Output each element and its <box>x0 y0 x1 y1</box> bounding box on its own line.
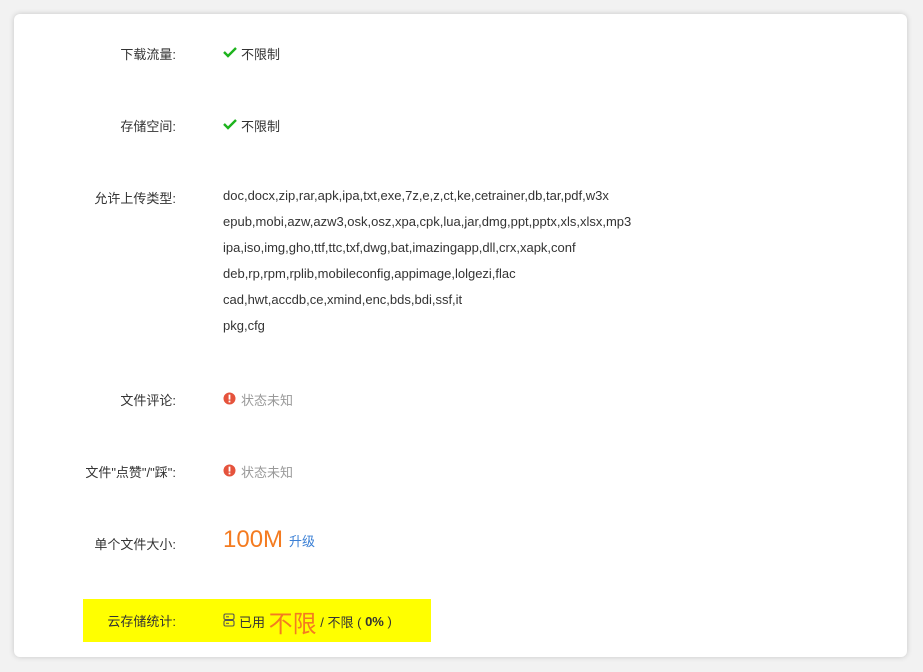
account-info-card: 下载流量: 不限制 存储空间: 不限制 允许上传类型: doc,docx,zip… <box>14 14 907 657</box>
storage-value: 不限制 <box>223 116 280 135</box>
stats-suffix: ) <box>387 614 392 629</box>
stats-percent: 0% <box>365 614 384 629</box>
like-status: 状态未知 <box>241 465 294 480</box>
types-line: pkg,cfg <box>223 318 265 333</box>
comment-status: 状态未知 <box>241 393 294 408</box>
stats-separator: / 不限 ( <box>320 615 362 630</box>
stats-used-value: 不限 <box>268 611 317 638</box>
download-value: 不限制 <box>223 44 280 63</box>
storage-icon <box>223 613 235 630</box>
warning-icon <box>223 392 236 408</box>
filesize-value: 100M 升级 <box>223 526 315 554</box>
comment-label: 文件评论: <box>120 393 176 408</box>
types-label: 允许上传类型: <box>94 191 176 206</box>
download-label: 下载流量: <box>120 47 176 62</box>
storage-label: 存储空间: <box>120 119 176 134</box>
storage-status: 不限制 <box>241 119 281 134</box>
check-icon <box>223 118 237 133</box>
types-line: cad,hwt,accdb,ce,xmind,enc,bds,bdi,ssf,i… <box>223 292 463 307</box>
types-list: doc,docx,zip,rar,apk,ipa,txt,exe,7z,e,z,… <box>223 183 631 339</box>
download-status: 不限制 <box>241 47 281 62</box>
warning-icon <box>223 464 236 480</box>
filesize-number: 100M <box>223 526 284 553</box>
types-line: epub,mobi,azw,azw3,osk,osz,xpa,cpk,lua,j… <box>223 214 632 229</box>
stats-used-prefix: 已用 <box>239 615 266 630</box>
like-value: 状态未知 <box>223 462 293 481</box>
like-label: 文件"点赞"/"踩": <box>85 465 176 480</box>
check-icon <box>223 46 237 61</box>
filesize-label: 单个文件大小: <box>94 537 176 552</box>
comment-value: 状态未知 <box>223 390 293 409</box>
types-line: ipa,iso,img,gho,ttf,ttc,txf,dwg,bat,imaz… <box>223 240 576 255</box>
stats-label: 云存储统计: <box>107 614 176 629</box>
types-line: deb,rp,rpm,rplib,mobileconfig,appimage,l… <box>223 266 516 281</box>
stats-value: 已用 不限 / 不限 ( 0% ) <box>223 604 392 639</box>
types-line: doc,docx,zip,rar,apk,ipa,txt,exe,7z,e,z,… <box>223 188 609 203</box>
upgrade-link[interactable]: 升级 <box>289 534 315 549</box>
